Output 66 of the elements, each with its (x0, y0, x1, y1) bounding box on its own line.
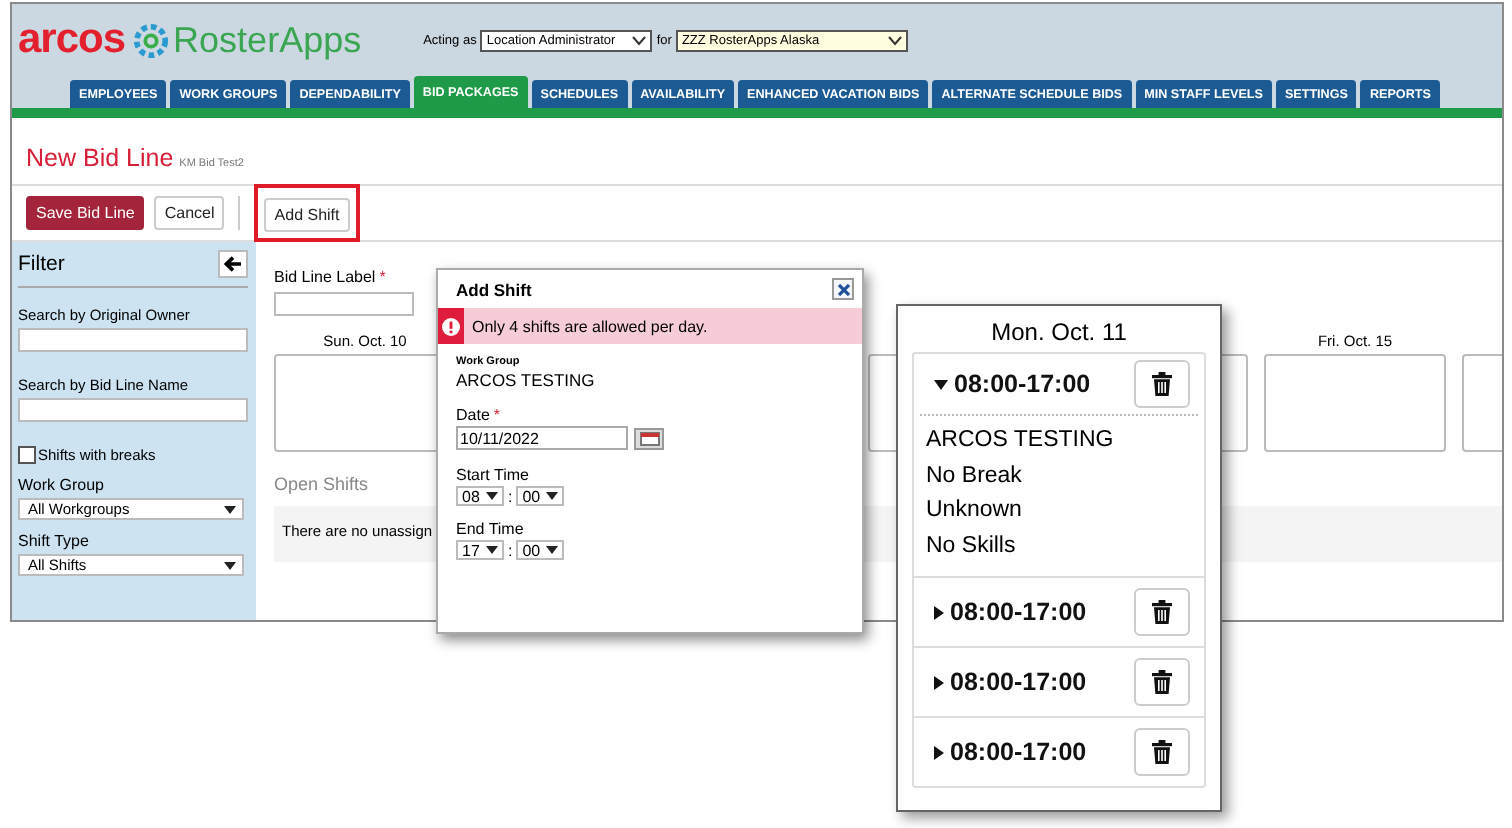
field-label: Work Group (18, 476, 106, 494)
required-mark: * (493, 406, 501, 424)
trash-icon (1152, 372, 1172, 396)
caret-icon (224, 505, 236, 513)
alert-message: Only 4 shifts are allowed per day. (472, 317, 708, 335)
trash-icon (1152, 670, 1172, 694)
shift-detail: No Skills (926, 531, 1018, 561)
day-heading: Mon. Oct. 11 (989, 316, 1129, 350)
minute-dropdown[interactable]: 00 (516, 486, 565, 506)
trash-icon (1152, 600, 1172, 624)
dialog-title: Add Shift (456, 279, 532, 299)
delete-button[interactable] (1134, 658, 1190, 706)
left-arrow-icon (224, 256, 242, 272)
add-shift-button[interactable]: Add Shift (264, 198, 350, 232)
close-button[interactable] (832, 278, 854, 300)
field-label: End Time (456, 520, 526, 538)
bid-line-name-field[interactable] (18, 398, 248, 422)
gear-logo-icon (131, 21, 170, 59)
work-group-value: ARCOS TESTING (456, 370, 597, 390)
caret-right-icon (934, 745, 944, 759)
delete-button[interactable] (1134, 360, 1190, 408)
shift-detail: No Break (926, 461, 1024, 491)
cancel-button[interactable]: Cancel (154, 196, 225, 230)
shift-detail: ARCOS TESTING (926, 426, 1116, 456)
caret-down-icon (934, 379, 948, 389)
shift-toggle[interactable]: 08:00-17:00 (934, 598, 1087, 626)
caret-icon (546, 492, 559, 500)
close-icon (837, 283, 849, 295)
hour-dropdown[interactable]: 17 (456, 540, 504, 560)
trash-icon (1152, 740, 1172, 764)
shift-toggle[interactable]: 08:00-17:00 (934, 738, 1087, 766)
caret-icon (224, 561, 236, 569)
field-label: Start Time (456, 466, 531, 484)
shift-toggle[interactable]: 08:00-17:00 (934, 668, 1087, 696)
brand-logo-text: arcos (18, 16, 126, 64)
field-label: Bid Line Label (274, 268, 376, 286)
caret-icon (632, 35, 647, 45)
caret-icon (546, 546, 559, 554)
delete-button[interactable] (1134, 588, 1190, 636)
caret-icon (486, 492, 498, 500)
shift-detail: Unknown (926, 496, 1024, 526)
product-logo-text: RosterApps (173, 19, 362, 61)
field-label: Shift Type (18, 532, 91, 550)
calendar-icon (639, 431, 659, 445)
time-separator: : (508, 541, 513, 559)
save-bid-line-button[interactable]: Save Bid Line (26, 196, 145, 230)
calendar-button[interactable] (634, 427, 664, 449)
caret-icon (486, 546, 498, 554)
bid-line-label-field[interactable] (274, 292, 414, 316)
open-shifts-heading: Open Shifts (274, 474, 369, 494)
field-label: Date (456, 406, 490, 424)
shift-toggle[interactable]: 08:00-17:00 (934, 370, 1091, 398)
checkbox[interactable] (18, 446, 36, 464)
minute-dropdown[interactable]: 00 (516, 540, 565, 560)
date-field[interactable]: 10/11/2022 (456, 426, 628, 450)
delete-button[interactable] (1134, 728, 1190, 776)
page-title: New Bid Line (26, 144, 174, 172)
caret-icon (887, 35, 902, 45)
filter-title: Filter (18, 252, 65, 276)
caret-right-icon (934, 605, 944, 619)
original-owner-field[interactable] (18, 328, 248, 352)
caret-right-icon (934, 675, 944, 689)
hour-dropdown[interactable]: 08 (456, 486, 504, 506)
required-mark: * (379, 268, 386, 286)
collapse-button[interactable] (218, 250, 248, 278)
time-separator: : (508, 487, 513, 505)
